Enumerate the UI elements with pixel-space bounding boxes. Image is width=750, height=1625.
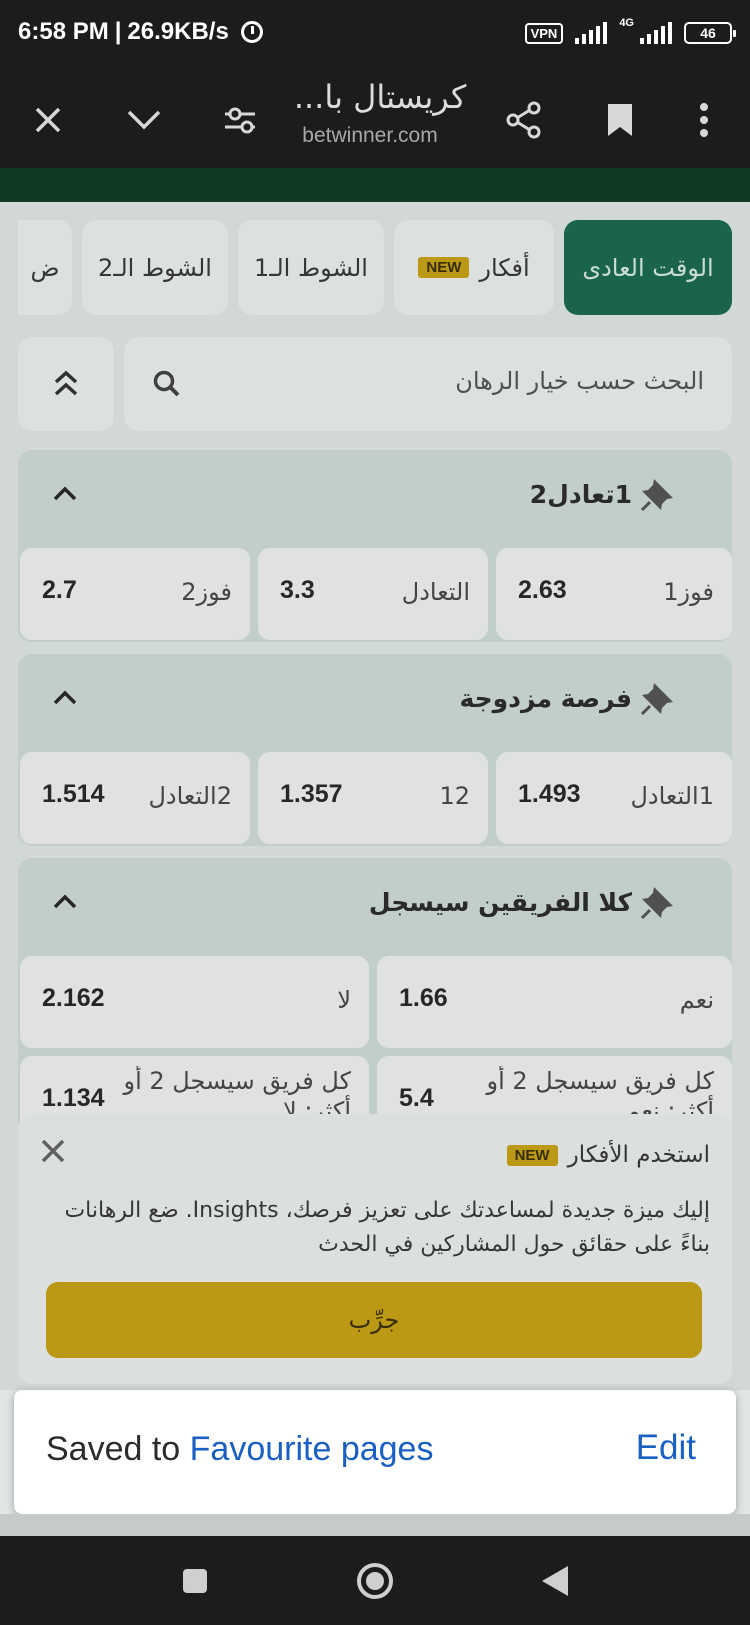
vpn-icon: VPN — [524, 22, 564, 44]
signal-icon — [640, 22, 672, 44]
market-title: 1تعادل2 — [529, 480, 632, 509]
odd-value: 1.514 — [42, 780, 105, 808]
odd-button[interactable]: 1التعادل 1.493 — [496, 752, 732, 844]
tab-label: ض — [30, 253, 60, 282]
page-bottom — [0, 1514, 750, 1536]
status-separator: | — [114, 18, 122, 45]
odd-label: فوز1 — [663, 578, 714, 606]
market-title: كلا الفريقين سيسجل — [368, 888, 632, 917]
alarm-icon — [240, 21, 263, 43]
tab-first-half[interactable]: الشوط الـ1 — [238, 220, 384, 315]
insights-popup: استخدم الأفكار NEW إليك ميزة جديدة لمساع… — [18, 1114, 732, 1384]
odd-label: 2التعادل — [148, 782, 232, 810]
tab-label: أفكار — [479, 253, 530, 282]
odd-value: 1.66 — [399, 984, 448, 1012]
try-button[interactable]: جرِّب — [46, 1282, 702, 1358]
bookmark-icon[interactable] — [590, 90, 650, 150]
chevron-up-icon[interactable] — [52, 486, 78, 502]
nav-recents-icon[interactable] — [170, 1556, 220, 1606]
saved-snackbar: Saved to Favourite pages Edit — [14, 1390, 736, 1514]
search-placeholder: البحث حسب خيار الرهان — [455, 367, 704, 395]
signal-icon — [575, 22, 608, 44]
tab-insights[interactable]: أفكار NEW — [394, 220, 554, 315]
odd-button[interactable]: فوز2 2.7 — [20, 548, 250, 640]
site-header-strip — [0, 168, 750, 202]
status-right: VPN 4G 46 — [524, 17, 736, 44]
nav-home-icon[interactable] — [350, 1556, 400, 1606]
pin-icon[interactable] — [640, 884, 676, 920]
odd-value: 1.134 — [42, 1084, 105, 1112]
popup-body: إليك ميزة جديدة لمساعدتك على تعزيز فرصك،… — [64, 1198, 710, 1257]
tab-label: الشوط الـ2 — [98, 253, 212, 282]
network-type: 4G — [619, 17, 634, 29]
popup-title: استخدم الأفكار — [567, 1142, 710, 1168]
browser-toolbar: كريستال با... betwinner.com — [0, 72, 750, 168]
new-badge: NEW — [418, 257, 470, 278]
snackbar-prefix: Saved to — [46, 1430, 190, 1468]
odd-label: 1التعادل — [630, 782, 714, 810]
status-bar: 6:58 PM | 26.9KB/s VPN 4G 46 — [0, 0, 750, 72]
search-icon — [153, 370, 180, 397]
odd-button[interactable]: 2التعادل 1.514 — [20, 752, 250, 844]
odd-button[interactable]: 12 1.357 — [258, 752, 488, 844]
odd-label: 12 — [439, 782, 470, 810]
odd-label: نعم — [679, 986, 714, 1014]
odd-button[interactable]: التعادل 3.3 — [258, 548, 488, 640]
battery-icon: 46 — [684, 22, 736, 44]
popup-title-row: استخدم الأفكار NEW — [506, 1142, 710, 1168]
tab-label: الوقت العادى — [582, 253, 714, 282]
status-speed: 26.9KB/s — [127, 18, 229, 45]
search-input[interactable]: البحث حسب خيار الرهان — [124, 337, 732, 431]
odd-button[interactable]: فوز1 2.63 — [496, 548, 732, 640]
close-icon[interactable] — [40, 1138, 66, 1164]
chevron-up-icon[interactable] — [52, 894, 78, 910]
odd-button[interactable]: لا 2.162 — [20, 956, 369, 1048]
collapse-all-button[interactable] — [18, 337, 114, 431]
market-header[interactable]: كلا الفريقين سيسجل — [18, 858, 732, 954]
collapse-all-icon — [54, 370, 78, 396]
market-header[interactable]: فرصة مزدوجة — [18, 654, 732, 750]
odd-value: 2.162 — [42, 984, 105, 1012]
tab-second-half[interactable]: الشوط الـ2 — [82, 220, 228, 315]
odd-value: 2.63 — [518, 576, 567, 604]
chevron-up-icon[interactable] — [52, 690, 78, 706]
market-header[interactable]: 1تعادل2 — [18, 450, 732, 546]
odd-label: فوز2 — [181, 578, 232, 606]
odd-value: 2.7 — [42, 576, 77, 604]
close-icon[interactable] — [18, 90, 78, 150]
chevron-down-icon[interactable] — [114, 90, 174, 150]
new-badge: NEW — [506, 1144, 558, 1166]
more-vert-icon[interactable] — [674, 90, 734, 150]
edit-button[interactable]: Edit — [636, 1428, 696, 1468]
pin-icon[interactable] — [640, 476, 676, 512]
odd-value: 1.357 — [280, 780, 343, 808]
tune-icon[interactable] — [210, 90, 270, 150]
page-title: كريستال با... — [293, 78, 467, 116]
market-title: فرصة مزدوجة — [459, 684, 632, 713]
system-nav-bar — [0, 1536, 750, 1625]
nav-back-icon[interactable] — [530, 1556, 580, 1606]
odd-value: 1.493 — [518, 780, 581, 808]
tab-regular-time[interactable]: الوقت العادى — [564, 220, 732, 315]
odd-label: التعادل — [401, 578, 470, 606]
tab-label: الشوط الـ1 — [254, 253, 368, 282]
status-left: 6:58 PM | 26.9KB/s — [18, 18, 263, 46]
share-icon[interactable] — [494, 90, 554, 150]
tab-partial[interactable]: ض — [18, 220, 72, 315]
pin-icon[interactable] — [640, 680, 676, 716]
status-time: 6:58 PM — [18, 18, 109, 45]
odd-value: 5.4 — [399, 1084, 434, 1112]
snackbar-message: Saved to Favourite pages — [46, 1430, 433, 1469]
page-url[interactable]: betwinner.com — [270, 124, 470, 148]
odd-label: لا — [337, 986, 351, 1014]
favourite-pages-link[interactable]: Favourite pages — [190, 1430, 434, 1468]
odd-value: 3.3 — [280, 576, 315, 604]
odd-button[interactable]: نعم 1.66 — [377, 956, 732, 1048]
